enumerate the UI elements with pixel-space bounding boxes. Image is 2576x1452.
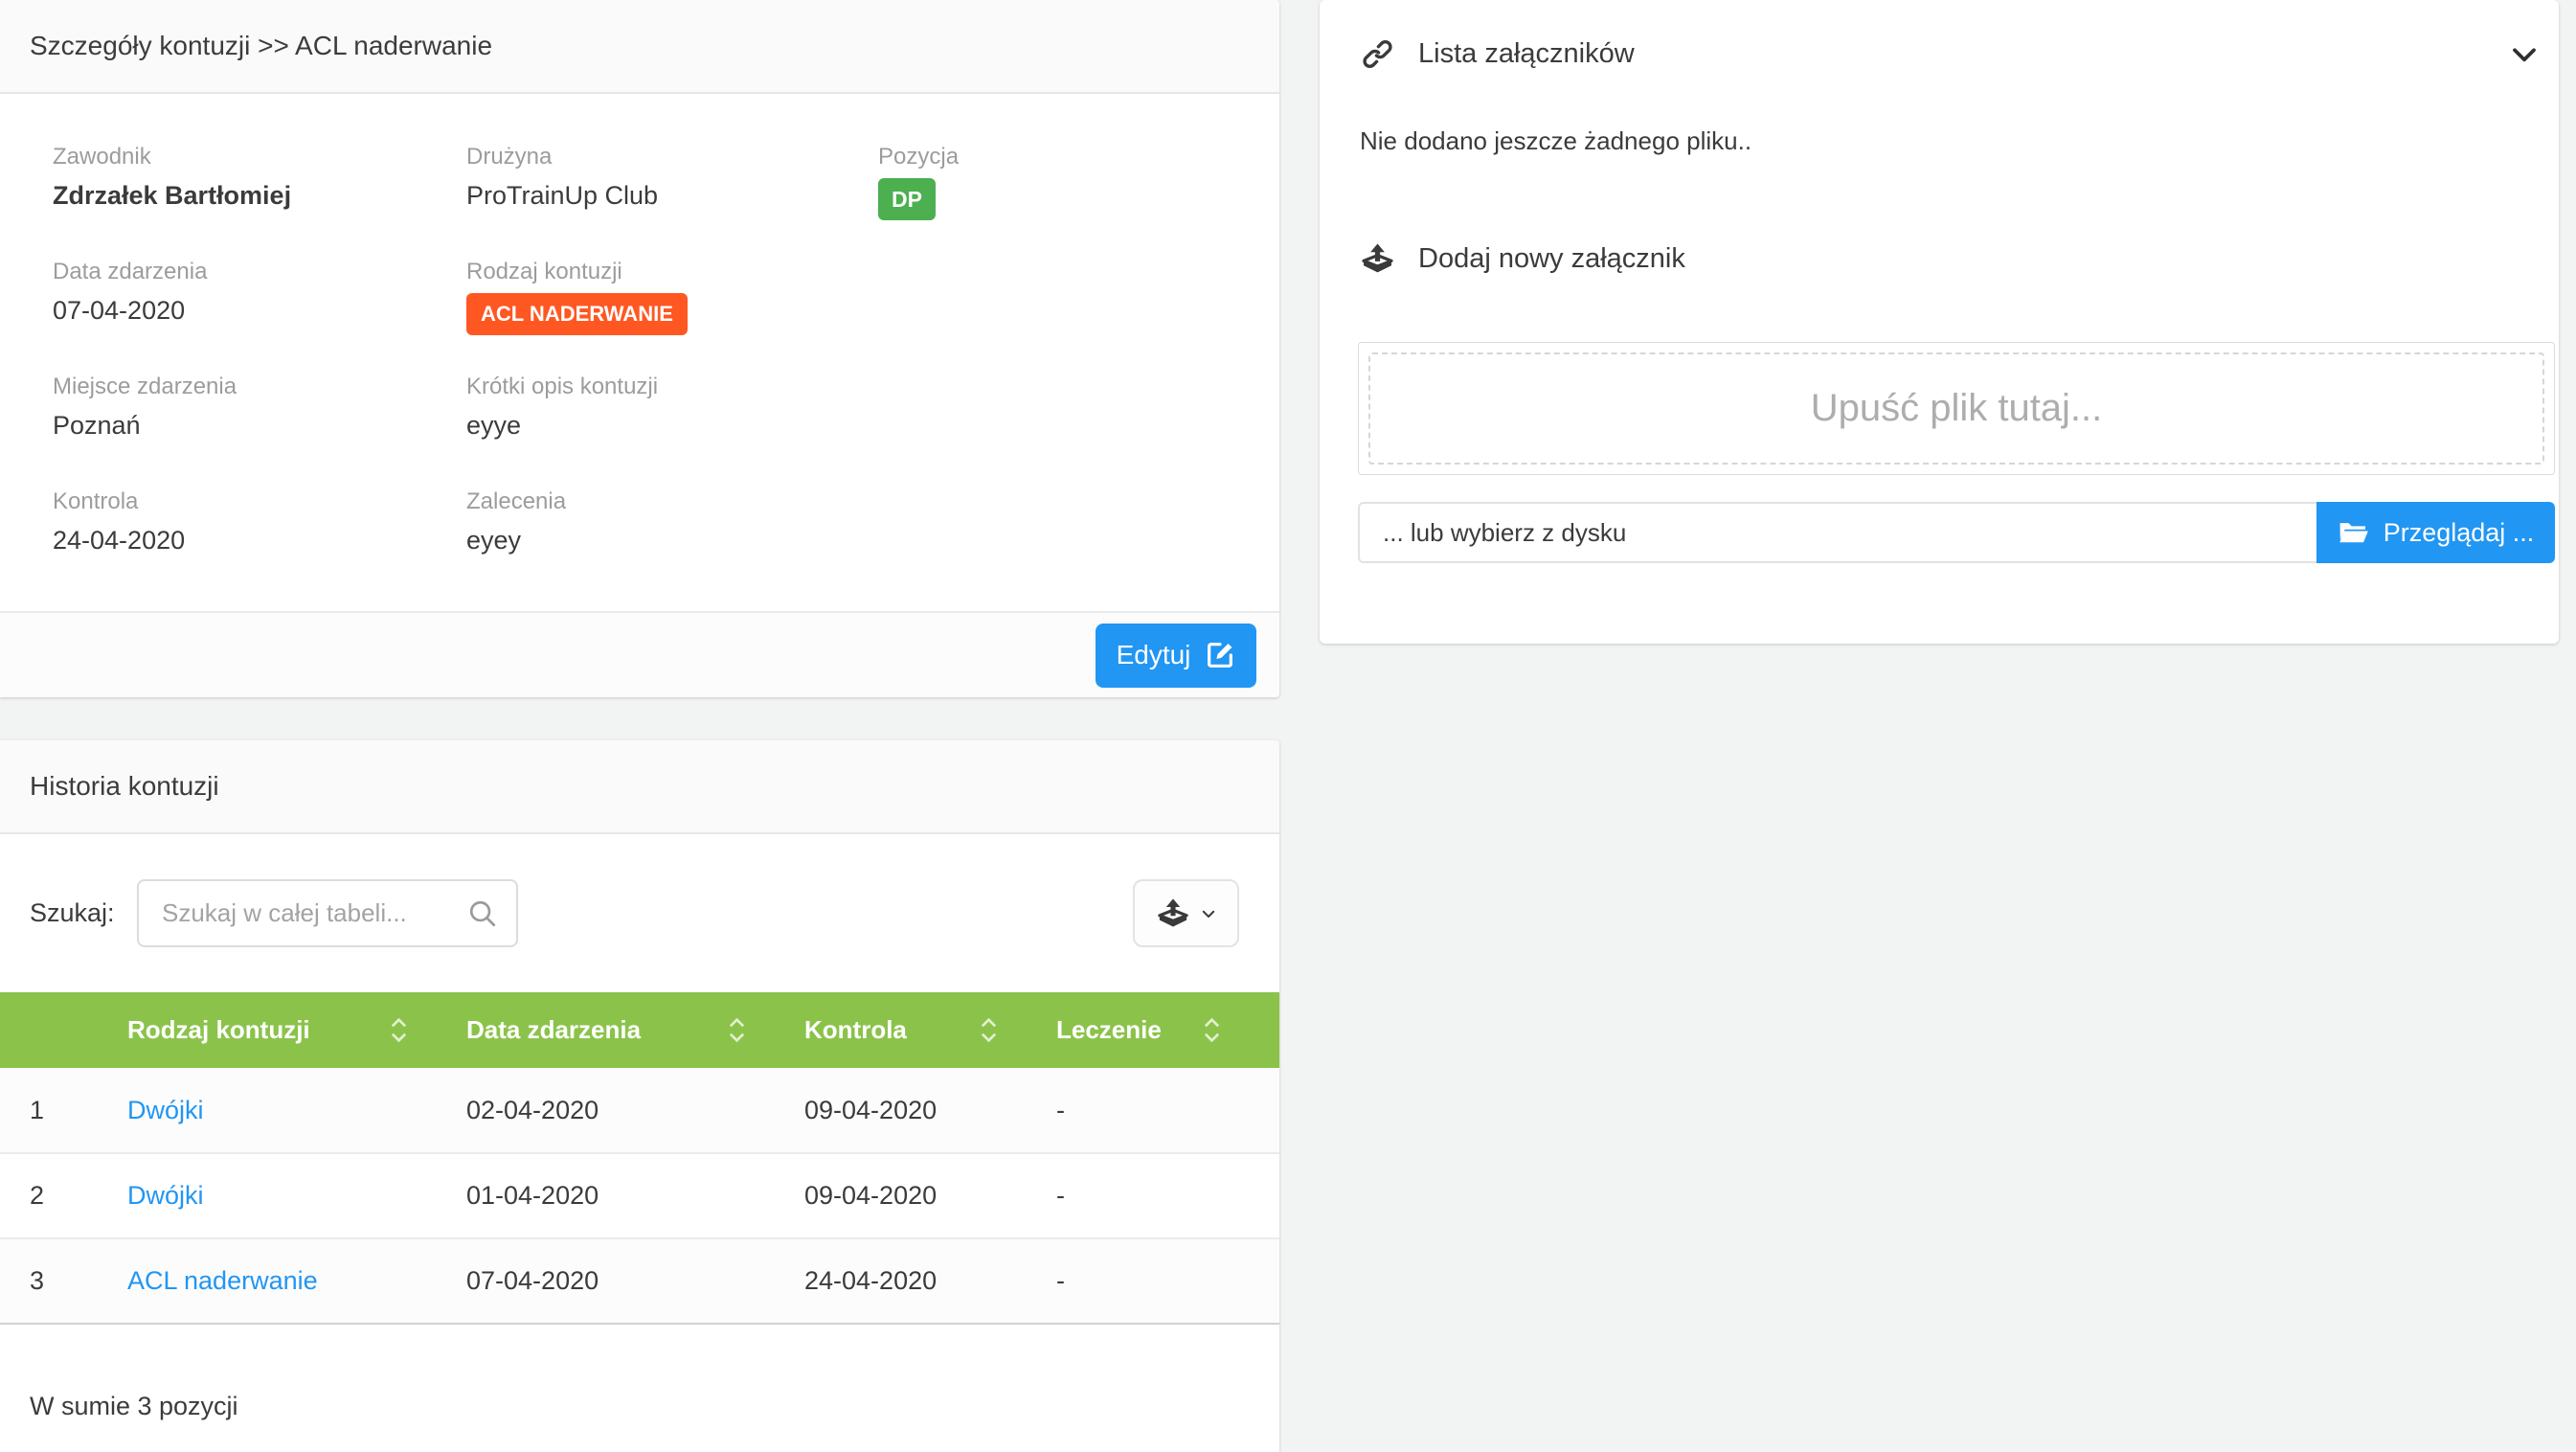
injury-link[interactable]: Dwójki xyxy=(127,1181,204,1210)
injury-type-cell: Dwójki xyxy=(127,1068,466,1153)
field-injury-type: Rodzaj kontuzji ACL NADERWANIE xyxy=(466,259,878,374)
field-label: Data zdarzenia xyxy=(53,259,466,285)
attachments-card: Lista załączników Nie dodano jeszcze żad… xyxy=(1320,0,2559,644)
field-control-date: Kontrola 24-04-2020 xyxy=(53,488,466,603)
column-header-type[interactable]: Rodzaj kontuzji xyxy=(127,992,466,1068)
field-label: Drużyna xyxy=(466,144,878,170)
search-input[interactable] xyxy=(137,879,518,947)
folder-open-icon xyxy=(2338,516,2370,549)
field-value: Zdrzałek Bartłomiej xyxy=(53,181,466,211)
field-value: 07-04-2020 xyxy=(53,296,466,326)
field-value: ProTrainUp Club xyxy=(466,181,878,211)
treatment-cell: - xyxy=(1056,1068,1279,1153)
treatment-cell: - xyxy=(1056,1238,1279,1324)
sort-icon xyxy=(729,1018,745,1042)
upload-icon xyxy=(1360,241,1395,277)
column-header-control[interactable]: Kontrola xyxy=(804,992,1056,1068)
control-date-cell: 24-04-2020 xyxy=(804,1238,1056,1324)
field-event-date: Data zdarzenia 07-04-2020 xyxy=(53,259,466,374)
field-label: Zalecenia xyxy=(466,488,878,515)
field-label: Pozycja xyxy=(878,144,1279,170)
browse-button[interactable]: Przeglądaj ... xyxy=(2316,502,2555,563)
field-label: Kontrola xyxy=(53,488,466,515)
field-value: eyey xyxy=(466,526,878,556)
table-summary: W sumie 3 pozycji xyxy=(0,1325,1279,1421)
export-chevron-icon xyxy=(1200,905,1217,922)
field-position: Pozycja DP xyxy=(878,144,1279,259)
injury-link[interactable]: Dwójki xyxy=(127,1096,204,1124)
details-footer: Edytuj xyxy=(0,611,1279,697)
field-value: 24-04-2020 xyxy=(53,526,466,556)
add-attachment-header: Dodaj nowy załącznik xyxy=(1360,241,2540,277)
row-index: 2 xyxy=(0,1153,127,1238)
field-short-description: Krótki opis kontuzji eyye xyxy=(466,374,878,488)
injury-type-cell: ACL naderwanie xyxy=(127,1238,466,1324)
table-row: 1 Dwójki 02-04-2020 09-04-2020 - xyxy=(0,1068,1279,1153)
sort-icon xyxy=(1204,1018,1220,1042)
field-player: Zawodnik Zdrzałek Bartłomiej xyxy=(53,144,466,259)
export-button[interactable] xyxy=(1133,879,1239,947)
control-date-cell: 09-04-2020 xyxy=(804,1068,1056,1153)
left-column: Szczegóły kontuzji >> ACL naderwanie Zaw… xyxy=(0,0,1279,1452)
table-toolbar: Szukaj: xyxy=(0,879,1279,947)
file-dropzone[interactable]: Upuść plik tutaj... xyxy=(1358,342,2555,475)
injury-details-fields: Zawodnik Zdrzałek Bartłomiej Drużyna Pro… xyxy=(0,94,1279,603)
injury-link[interactable]: ACL naderwanie xyxy=(127,1266,318,1295)
field-value: eyye xyxy=(466,411,878,441)
search-box xyxy=(137,879,518,947)
field-label: Rodzaj kontuzji xyxy=(466,259,878,285)
edit-button[interactable]: Edytuj xyxy=(1096,624,1256,688)
attachments-list-header: Lista załączników xyxy=(1360,36,2540,72)
field-label: Miejsce zdarzenia xyxy=(53,374,466,400)
search-label: Szukaj: xyxy=(30,898,137,928)
row-index: 1 xyxy=(0,1068,127,1153)
page-title: Szczegóły kontuzji >> ACL naderwanie xyxy=(30,31,492,61)
field-label: Zawodnik xyxy=(53,144,466,170)
column-header-index xyxy=(0,992,127,1068)
injury-type-cell: Dwójki xyxy=(127,1153,466,1238)
treatment-cell: - xyxy=(1056,1153,1279,1238)
injury-type-badge: ACL NADERWANIE xyxy=(466,293,688,335)
field-team: Drużyna ProTrainUp Club xyxy=(466,144,878,259)
event-date-cell: 02-04-2020 xyxy=(466,1068,804,1153)
edit-icon xyxy=(1205,640,1235,670)
attachments-empty-message: Nie dodano jeszcze żadnego pliku.. xyxy=(1360,126,1751,156)
edit-button-label: Edytuj xyxy=(1117,640,1191,670)
column-header-treatment[interactable]: Leczenie xyxy=(1056,992,1279,1068)
history-title: Historia kontuzji xyxy=(30,771,219,802)
control-date-cell: 09-04-2020 xyxy=(804,1153,1056,1238)
position-badge: DP xyxy=(878,178,936,220)
file-select-row: ... lub wybierz z dysku Przeglądaj ... xyxy=(1358,502,2555,563)
table-row: 2 Dwójki 01-04-2020 09-04-2020 - xyxy=(0,1153,1279,1238)
file-select-input[interactable]: ... lub wybierz z dysku xyxy=(1358,502,2316,563)
event-date-cell: 01-04-2020 xyxy=(466,1153,804,1238)
field-label: Krótki opis kontuzji xyxy=(466,374,878,400)
injury-details-card: Szczegóły kontuzji >> ACL naderwanie Zaw… xyxy=(0,0,1279,697)
row-index: 3 xyxy=(0,1238,127,1324)
field-recommendations: Zalecenia eyey xyxy=(466,488,878,603)
search-icon xyxy=(466,897,499,930)
field-event-place: Miejsce zdarzenia Poznań xyxy=(53,374,466,488)
sort-icon xyxy=(981,1018,997,1042)
injury-history-table: Rodzaj kontuzji Data zdarzenia xyxy=(0,992,1279,1325)
link-icon xyxy=(1360,36,1395,72)
table-row: 3 ACL naderwanie 07-04-2020 24-04-2020 - xyxy=(0,1238,1279,1324)
column-header-date[interactable]: Data zdarzenia xyxy=(466,992,804,1068)
injury-details-header: Szczegóły kontuzji >> ACL naderwanie xyxy=(0,0,1279,94)
injury-history-header: Historia kontuzji xyxy=(0,740,1279,834)
field-value: Poznań xyxy=(53,411,466,441)
file-dropzone-inner: Upuść plik tutaj... xyxy=(1368,352,2544,465)
sort-icon xyxy=(391,1018,407,1042)
event-date-cell: 07-04-2020 xyxy=(466,1238,804,1324)
add-attachment-title: Dodaj nowy załącznik xyxy=(1418,243,1685,275)
injury-history-card: Historia kontuzji Szukaj: xyxy=(0,740,1279,1452)
export-icon xyxy=(1156,896,1190,931)
browse-button-label: Przeglądaj ... xyxy=(2384,518,2535,548)
collapse-chevron-icon[interactable] xyxy=(2509,39,2540,70)
table-header-row: Rodzaj kontuzji Data zdarzenia xyxy=(0,992,1279,1068)
attachments-list-title: Lista załączników xyxy=(1418,38,1635,70)
dropzone-text: Upuść plik tutaj... xyxy=(1811,387,2103,430)
